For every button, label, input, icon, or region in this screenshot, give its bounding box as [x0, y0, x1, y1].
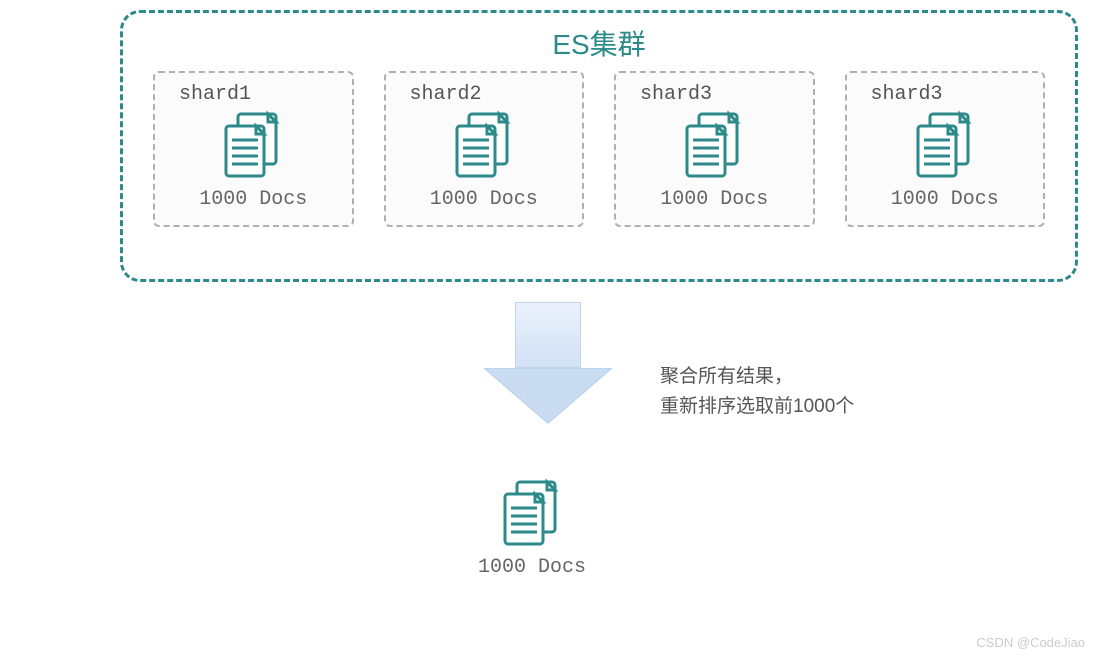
cluster-title: ES集群 [143, 23, 1055, 63]
watermark: CSDN @CodeJiao [976, 635, 1085, 650]
shard-box: shard3 1000 Docs [845, 71, 1046, 227]
shards-row: shard1 1000 Docs shard2 [143, 71, 1055, 227]
documents-icon [497, 478, 567, 550]
documents-icon [218, 110, 288, 182]
documents-icon [910, 110, 980, 182]
shard-box: shard3 1000 Docs [614, 71, 815, 227]
result-box: 1000 Docs [478, 478, 586, 579]
shard-doc-count: 1000 Docs [660, 188, 768, 211]
documents-icon [449, 110, 519, 182]
shard-label: shard1 [179, 83, 251, 106]
flow-arrow-icon [483, 302, 613, 432]
annotation-line2: 重新排序选取前1000个 [660, 392, 854, 422]
shard-box: shard2 1000 Docs [384, 71, 585, 227]
shard-doc-count: 1000 Docs [891, 188, 999, 211]
shard-doc-count: 1000 Docs [199, 188, 307, 211]
shard-label: shard2 [410, 83, 482, 106]
documents-icon [679, 110, 749, 182]
annotation-line1: 聚合所有结果， [660, 362, 854, 392]
shard-label: shard3 [640, 83, 712, 106]
shard-doc-count: 1000 Docs [430, 188, 538, 211]
shard-box: shard1 1000 Docs [153, 71, 354, 227]
result-doc-count: 1000 Docs [478, 556, 586, 579]
annotation-text: 聚合所有结果， 重新排序选取前1000个 [660, 362, 854, 423]
es-cluster-box: ES集群 shard1 1000 Docs shard2 [120, 10, 1078, 282]
shard-label: shard3 [871, 83, 943, 106]
